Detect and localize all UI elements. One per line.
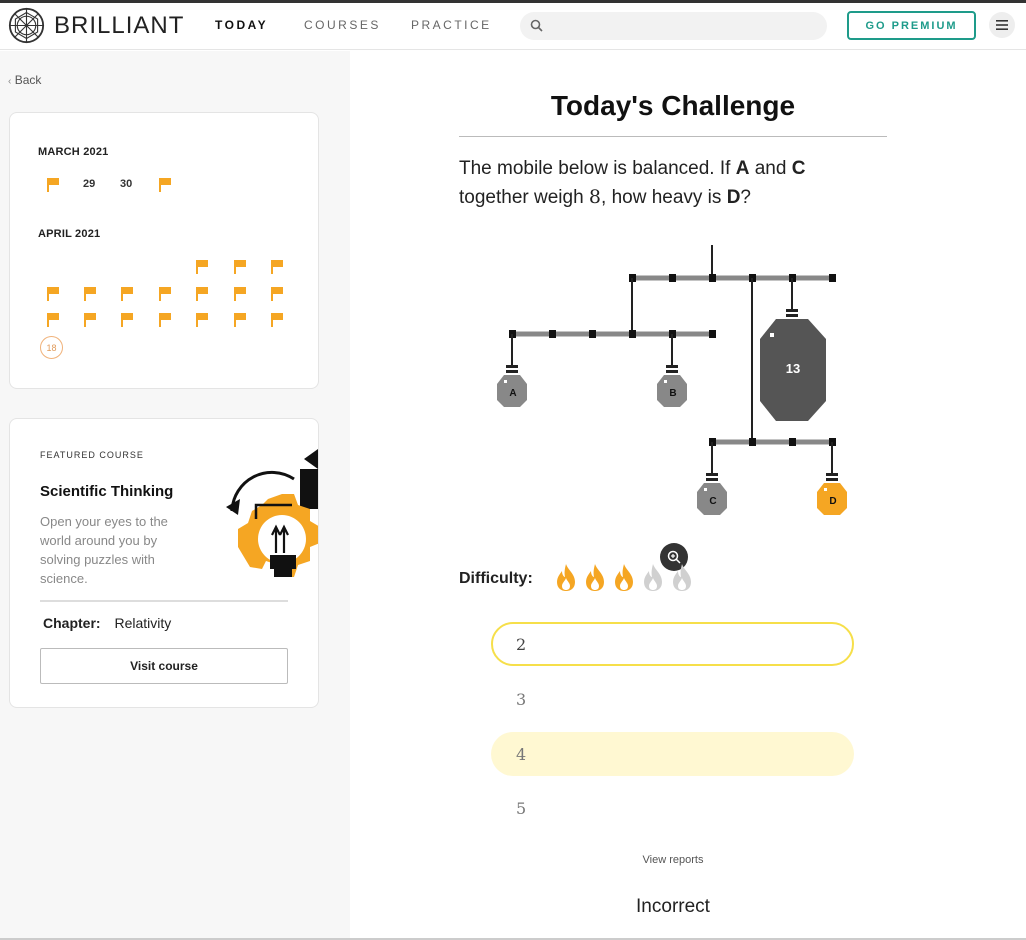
weight-ref-a: A: [735, 158, 750, 179]
month-label-march: MARCH 2021: [38, 146, 109, 158]
brilliant-logo-icon: [8, 7, 45, 44]
weight-d: D: [817, 473, 847, 515]
search-bar[interactable]: [520, 12, 827, 40]
result-status: Incorrect: [636, 896, 710, 917]
flag-icon: [234, 260, 246, 274]
flag-icon: [196, 260, 208, 274]
flag-icon: [47, 313, 59, 327]
flag-icon: [234, 287, 246, 301]
nav-courses[interactable]: COURSES: [304, 18, 381, 32]
weight-ref-d: D: [726, 187, 741, 208]
month-label-april: APRIL 2021: [38, 228, 101, 240]
flag-icon: [159, 313, 171, 327]
title-divider: [459, 136, 887, 137]
search-icon: [530, 19, 543, 32]
hamburger-icon: [996, 20, 1008, 30]
streak-calendar: MARCH 2021 29 30 APRIL 2021 18: [9, 112, 319, 389]
answer-option[interactable]: 2: [491, 622, 854, 666]
sidebar: ‹ Back MARCH 2021 29 30 APRIL 2021 18 FE…: [0, 51, 350, 940]
flag-icon: [47, 178, 59, 192]
chapter-info: Chapter: Relativity: [43, 615, 171, 631]
question-part: , how heavy is: [601, 187, 727, 208]
header: BRILLIANT TODAY COURSES PRACTICE GO PREM…: [0, 3, 1026, 50]
flame-icon: [586, 564, 604, 591]
flag-icon: [271, 260, 283, 274]
chapter-label: Chapter:: [43, 615, 101, 631]
flame-icon: [673, 564, 691, 591]
calendar-today[interactable]: 18: [40, 336, 63, 359]
flag-icon: [84, 313, 96, 327]
calendar-day[interactable]: 29: [83, 178, 95, 190]
weight-label: 13: [786, 361, 800, 376]
featured-label: FEATURED COURSE: [40, 450, 144, 460]
nav-today[interactable]: TODAY: [215, 18, 268, 32]
weight-label: A: [509, 388, 516, 399]
answer-option[interactable]: 4: [491, 732, 854, 776]
calendar-day[interactable]: 30: [120, 178, 132, 190]
flag-icon: [159, 287, 171, 301]
flag-icon: [84, 287, 96, 301]
flame-icon: [644, 564, 662, 591]
question-part: The mobile below is balanced. If: [459, 158, 736, 179]
mobile-diagram: A B 13 C D: [497, 245, 847, 515]
flame-icon: [615, 564, 633, 591]
question-number: 8: [588, 186, 602, 208]
weight-13: 13: [760, 309, 826, 421]
flag-icon: [47, 287, 59, 301]
weight-a: A: [497, 365, 527, 407]
visit-course-button[interactable]: Visit course: [40, 648, 288, 684]
brand-name: BRILLIANT: [54, 11, 185, 39]
brand-logo[interactable]: BRILLIANT: [8, 7, 184, 44]
go-premium-button[interactable]: GO PREMIUM: [847, 11, 976, 40]
nav-practice[interactable]: PRACTICE: [411, 18, 492, 32]
weight-label: B: [669, 388, 676, 399]
flag-icon: [271, 287, 283, 301]
flag-icon: [159, 178, 171, 192]
featured-course-title[interactable]: Scientific Thinking: [40, 483, 173, 500]
question-text: The mobile below is balanced. If A and C…: [459, 155, 879, 212]
featured-course-card: FEATURED COURSE Scientific Thinking Open…: [9, 418, 319, 708]
chapter-value: Relativity: [114, 615, 172, 631]
lightbulb-gear-illustration: [226, 449, 318, 577]
difficulty-rating: [553, 562, 698, 592]
weight-b: B: [657, 365, 687, 407]
view-reports-link[interactable]: View reports: [350, 854, 996, 866]
divider: [40, 600, 288, 602]
flag-icon: [121, 287, 133, 301]
menu-button[interactable]: [989, 12, 1015, 38]
challenge-panel: Today's Challenge The mobile below is ba…: [350, 51, 1026, 940]
answer-option[interactable]: 5: [491, 786, 854, 830]
answer-option[interactable]: 3: [491, 677, 854, 721]
question-part: ?: [740, 187, 751, 208]
weight-c: C: [697, 473, 727, 515]
flame-icon: [557, 564, 575, 591]
weight-ref-c: C: [791, 158, 806, 179]
flag-icon: [196, 287, 208, 301]
flag-icon: [271, 313, 283, 327]
difficulty-label: Difficulty:: [459, 570, 533, 587]
back-link[interactable]: ‹ Back: [8, 73, 41, 87]
weight-label: D: [829, 496, 836, 507]
weight-label: C: [709, 496, 716, 507]
back-label: Back: [14, 73, 42, 87]
featured-course-description: Open your eyes to the world around you b…: [40, 514, 168, 586]
search-input[interactable]: [550, 16, 820, 36]
question-part: together weigh: [459, 187, 589, 208]
chevron-left-icon: ‹: [8, 76, 12, 87]
page-title: Today's Challenge: [550, 90, 796, 121]
flag-icon: [196, 313, 208, 327]
question-part: and: [749, 158, 792, 179]
flag-icon: [234, 313, 246, 327]
flag-icon: [121, 313, 133, 327]
